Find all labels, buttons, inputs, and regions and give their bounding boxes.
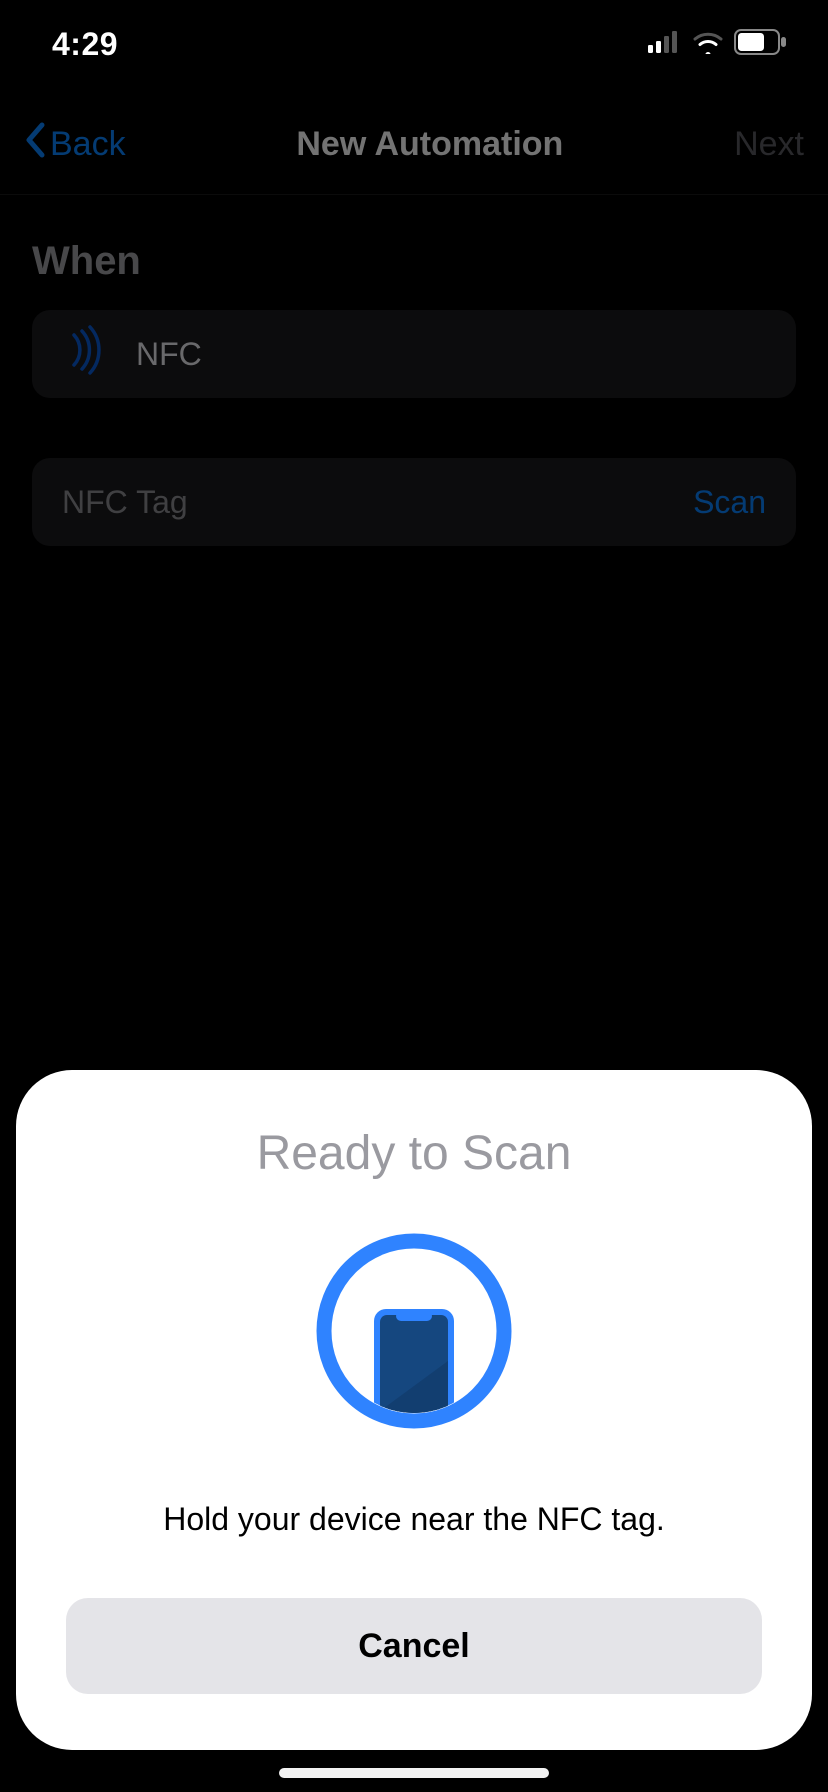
status-icons xyxy=(648,29,788,60)
nfc-icon xyxy=(62,325,112,383)
next-button[interactable]: Next xyxy=(734,125,804,164)
nav-title: New Automation xyxy=(296,125,563,164)
status-time: 4:29 xyxy=(52,26,118,63)
trigger-label: NFC xyxy=(136,336,202,373)
home-indicator[interactable] xyxy=(279,1768,549,1778)
nfc-phone-icon xyxy=(314,1231,514,1431)
chevron-left-icon xyxy=(24,122,46,167)
nfc-tag-row[interactable]: NFC Tag Scan xyxy=(32,458,796,546)
battery-icon xyxy=(734,29,788,60)
status-bar: 4:29 xyxy=(0,0,828,80)
nfc-tag-label: NFC Tag xyxy=(62,484,188,521)
sheet-message: Hold your device near the NFC tag. xyxy=(163,1501,665,1538)
back-label: Back xyxy=(50,125,126,164)
scan-button[interactable]: Scan xyxy=(693,484,766,521)
back-button[interactable]: Back xyxy=(24,122,126,167)
cellular-icon xyxy=(648,31,682,58)
cancel-button[interactable]: Cancel xyxy=(66,1598,762,1694)
wifi-icon xyxy=(692,30,724,59)
trigger-row-nfc[interactable]: NFC xyxy=(32,310,796,398)
sheet-title: Ready to Scan xyxy=(257,1126,572,1181)
nav-bar: Back New Automation Next xyxy=(0,95,828,195)
section-header-when: When xyxy=(0,195,828,310)
nfc-scan-sheet: Ready to Scan Hold your device near the … xyxy=(16,1070,812,1750)
